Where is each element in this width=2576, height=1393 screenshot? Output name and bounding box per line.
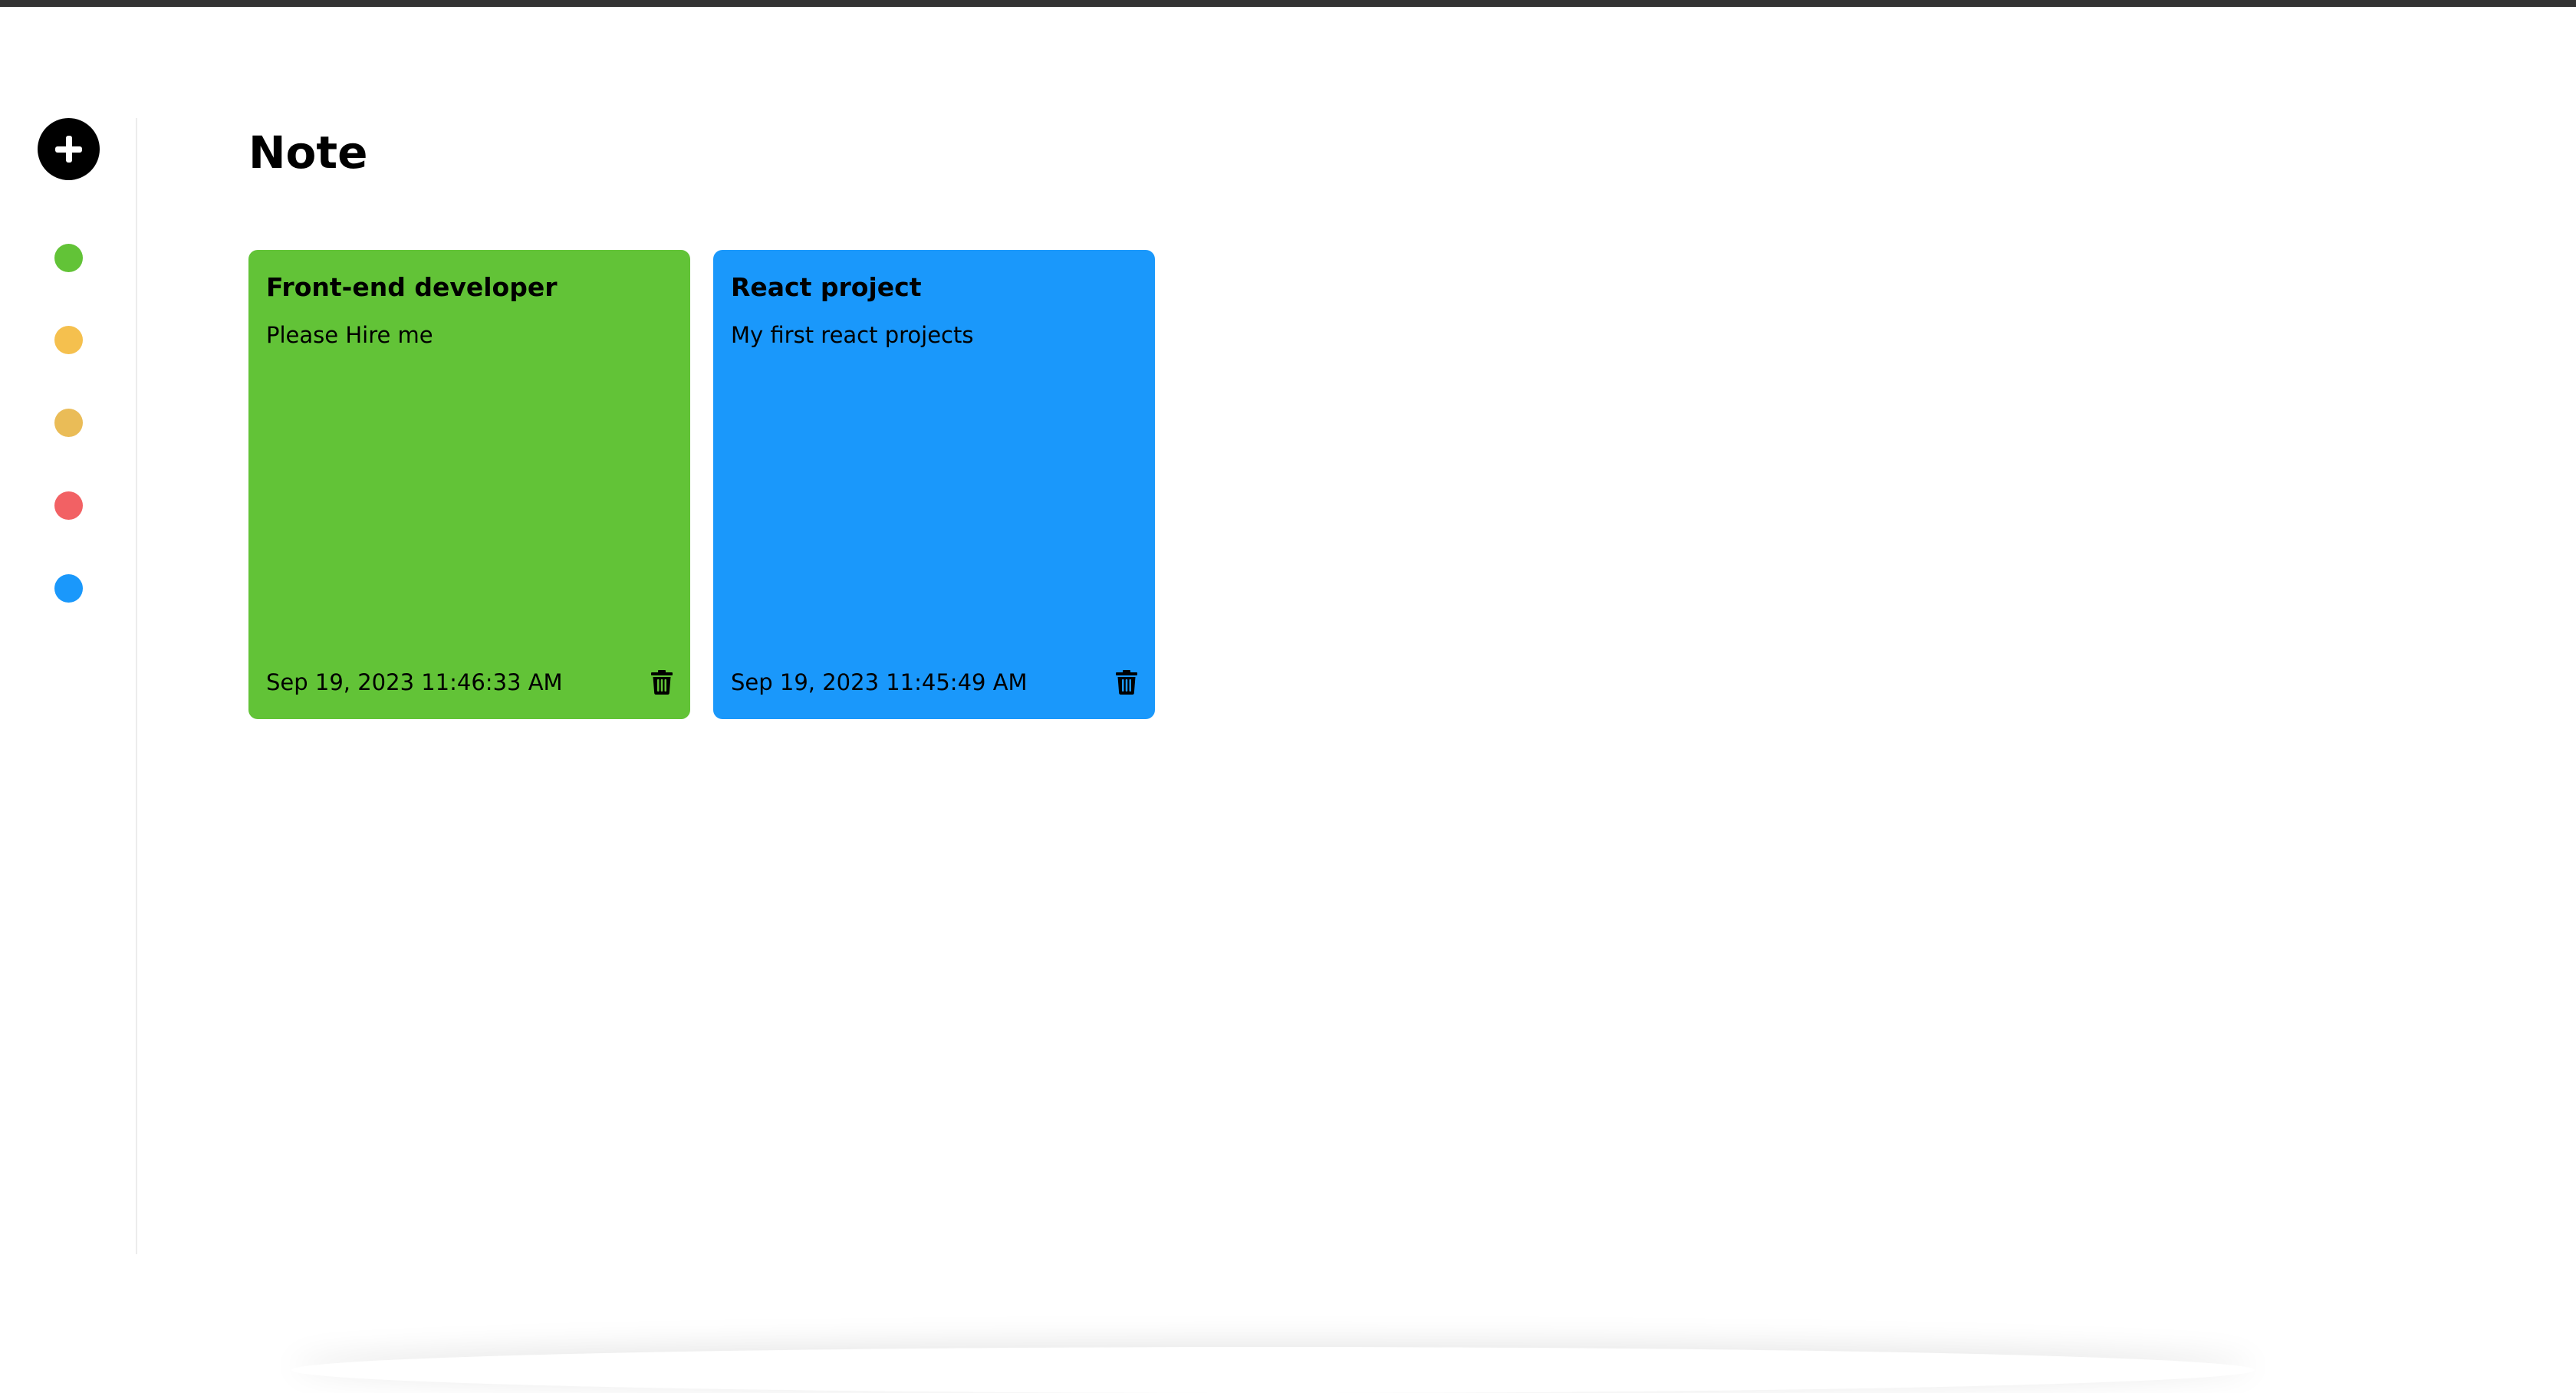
color-option-orange[interactable] (54, 409, 83, 437)
color-option-green[interactable] (54, 244, 83, 272)
note-title: React project (731, 270, 921, 305)
bottom-shadow (291, 1347, 2255, 1393)
plus-icon-stroke (66, 136, 72, 163)
note-footer: Sep 19, 2023 11:46:33 AM (266, 667, 673, 698)
trash-icon[interactable] (651, 670, 673, 695)
note-body[interactable]: Please Hire me (266, 320, 433, 350)
sidebar-divider (136, 118, 137, 1254)
note-title: Front-end developer (266, 270, 557, 305)
color-option-yellow[interactable] (54, 326, 83, 354)
page-title: Note (248, 121, 367, 184)
color-option-blue[interactable] (54, 574, 83, 603)
note-date: Sep 19, 2023 11:45:49 AM (731, 667, 1028, 698)
window-top-bar (0, 0, 2576, 7)
color-option-red[interactable] (54, 491, 83, 520)
note-date: Sep 19, 2023 11:46:33 AM (266, 667, 563, 698)
add-note-button[interactable] (38, 118, 100, 180)
note-body[interactable]: My first react projects (731, 320, 973, 350)
notes-grid: Front-end developer Please Hire me Sep 1… (248, 250, 1155, 719)
note-card[interactable]: Front-end developer Please Hire me Sep 1… (248, 250, 690, 719)
trash-icon[interactable] (1116, 670, 1137, 695)
note-card[interactable]: React project My first react projects Se… (713, 250, 1155, 719)
note-footer: Sep 19, 2023 11:45:49 AM (731, 667, 1137, 698)
sidebar (0, 0, 137, 1362)
